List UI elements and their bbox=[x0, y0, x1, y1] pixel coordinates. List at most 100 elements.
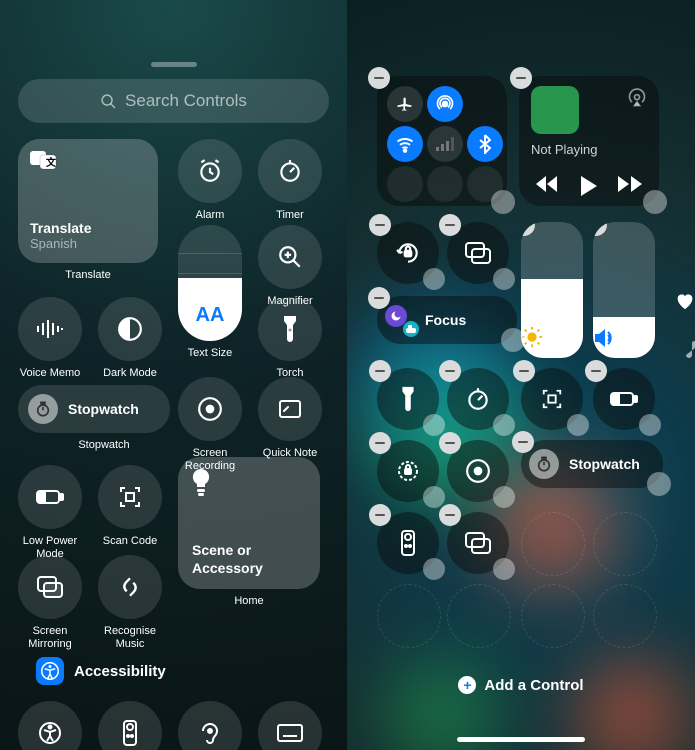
remove-button[interactable] bbox=[439, 504, 461, 526]
shazam-icon bbox=[117, 574, 143, 600]
album-art-placeholder bbox=[531, 86, 579, 134]
timer-button[interactable]: Timer bbox=[258, 139, 322, 222]
translate-card[interactable]: 文 Translate Spanish Translate bbox=[18, 139, 158, 263]
empty-slot[interactable] bbox=[521, 584, 585, 648]
resize-handle[interactable] bbox=[493, 268, 515, 290]
resize-handle[interactable] bbox=[423, 268, 445, 290]
resize-handle[interactable] bbox=[423, 414, 445, 436]
remove-button[interactable] bbox=[368, 287, 390, 309]
screen-mirroring-button[interactable]: Screen Mirroring bbox=[18, 555, 82, 651]
quick-note-button[interactable]: Quick Note bbox=[258, 377, 322, 460]
remove-button[interactable] bbox=[369, 214, 391, 236]
orientation-lock-button[interactable] bbox=[377, 222, 439, 284]
add-controls-pane: Search Controls 文 Translate Spanish Tran… bbox=[0, 0, 347, 750]
screen-recording-cc-button[interactable] bbox=[447, 440, 509, 502]
stopwatch-card[interactable]: Stopwatch Stopwatch bbox=[18, 385, 170, 433]
timer-icon bbox=[465, 386, 491, 412]
remove-button[interactable] bbox=[368, 67, 390, 89]
screen-mirroring-cc-button[interactable] bbox=[447, 222, 509, 284]
low-power-button[interactable]: Low Power Mode bbox=[18, 465, 82, 561]
flashlight-cc-button[interactable] bbox=[377, 368, 439, 430]
torch-icon bbox=[401, 386, 415, 412]
empty-slot[interactable] bbox=[593, 512, 657, 576]
remove-button[interactable] bbox=[510, 67, 532, 89]
home-indicator[interactable] bbox=[457, 737, 585, 742]
mirroring-icon bbox=[465, 242, 491, 264]
connectivity-tile[interactable] bbox=[377, 76, 507, 206]
wifi-toggle[interactable] bbox=[387, 126, 423, 162]
low-power-cc-button[interactable] bbox=[593, 368, 655, 430]
next-track-icon[interactable] bbox=[618, 176, 642, 192]
accessibility-shortcut-button[interactable] bbox=[18, 701, 82, 750]
mirroring-icon bbox=[37, 576, 63, 598]
remove-button[interactable] bbox=[439, 214, 461, 236]
apple-tv-remote-button[interactable] bbox=[98, 701, 162, 750]
resize-handle[interactable] bbox=[493, 414, 515, 436]
bluetooth-icon bbox=[479, 134, 491, 154]
magnifier-button[interactable]: Magnifier bbox=[258, 225, 322, 308]
airdrop-icon bbox=[435, 94, 455, 114]
stopwatch-cc-tile[interactable]: Stopwatch bbox=[521, 440, 663, 488]
airdrop-toggle[interactable] bbox=[427, 86, 463, 122]
text-size-slider[interactable]: AA Text Size bbox=[178, 225, 242, 360]
cellular-data-toggle[interactable] bbox=[427, 126, 463, 162]
sheet-grabber[interactable] bbox=[151, 62, 197, 67]
remove-button[interactable] bbox=[369, 432, 391, 454]
add-control-button[interactable]: + Add a Control bbox=[347, 676, 695, 694]
volume-slider[interactable] bbox=[593, 222, 655, 358]
mirroring-cc-button-2[interactable] bbox=[447, 512, 509, 574]
empty-slot[interactable] bbox=[447, 584, 511, 648]
remove-button[interactable] bbox=[439, 360, 461, 382]
music-page-indicator bbox=[681, 338, 695, 358]
remove-button[interactable] bbox=[369, 504, 391, 526]
media-tile[interactable]: Not Playing bbox=[519, 76, 659, 206]
alarm-button[interactable]: Alarm bbox=[178, 139, 242, 222]
favorites-page-indicator bbox=[675, 292, 695, 314]
resize-handle[interactable] bbox=[643, 190, 667, 214]
remove-button[interactable] bbox=[593, 222, 607, 236]
dark-mode-button[interactable]: Dark Mode bbox=[98, 297, 162, 380]
resize-handle[interactable] bbox=[493, 486, 515, 508]
lock-rotation-cc-button[interactable] bbox=[377, 440, 439, 502]
resize-handle[interactable] bbox=[639, 414, 661, 436]
resize-handle[interactable] bbox=[423, 558, 445, 580]
scan-code-button[interactable]: Scan Code bbox=[98, 465, 162, 548]
remove-button[interactable] bbox=[585, 360, 607, 382]
airplane-icon bbox=[396, 95, 414, 113]
airplane-mode-toggle[interactable] bbox=[387, 86, 423, 122]
voice-memo-button[interactable]: Voice Memo bbox=[18, 297, 82, 380]
airplay-audio-icon[interactable] bbox=[627, 88, 647, 108]
play-icon[interactable] bbox=[580, 176, 598, 196]
recognise-music-button[interactable]: Recognise Music bbox=[98, 555, 162, 651]
timer-caption: Timer bbox=[258, 209, 322, 222]
focus-tile[interactable]: Focus bbox=[377, 296, 517, 344]
search-input[interactable]: Search Controls bbox=[18, 79, 329, 123]
resize-handle[interactable] bbox=[567, 414, 589, 436]
empty-slot[interactable] bbox=[377, 584, 441, 648]
scan-code-cc-button[interactable] bbox=[521, 368, 583, 430]
torch-button[interactable]: Torch bbox=[258, 297, 322, 380]
keyboard-access-button[interactable] bbox=[258, 701, 322, 750]
empty-slot[interactable] bbox=[593, 584, 657, 648]
dark-mode-icon bbox=[117, 316, 143, 342]
brightness-slider[interactable] bbox=[521, 222, 583, 358]
prev-track-icon[interactable] bbox=[536, 176, 560, 192]
home-card[interactable]: Scene or Accessory Home bbox=[178, 457, 320, 589]
remove-button[interactable] bbox=[521, 222, 535, 236]
resize-handle[interactable] bbox=[423, 486, 445, 508]
apple-tv-remote-cc-button[interactable] bbox=[377, 512, 439, 574]
empty-slot[interactable] bbox=[521, 512, 585, 576]
search-placeholder: Search Controls bbox=[125, 91, 247, 111]
resize-handle[interactable] bbox=[647, 472, 671, 496]
resize-handle[interactable] bbox=[491, 190, 515, 214]
remove-button[interactable] bbox=[512, 431, 534, 453]
remove-button[interactable] bbox=[369, 360, 391, 382]
hearing-button[interactable] bbox=[178, 701, 242, 750]
resize-handle[interactable] bbox=[493, 558, 515, 580]
remove-button[interactable] bbox=[439, 432, 461, 454]
qr-icon bbox=[541, 388, 563, 410]
bluetooth-toggle[interactable] bbox=[467, 126, 503, 162]
timer-cc-button[interactable] bbox=[447, 368, 509, 430]
resize-handle[interactable] bbox=[501, 328, 525, 352]
remove-button[interactable] bbox=[513, 360, 535, 382]
